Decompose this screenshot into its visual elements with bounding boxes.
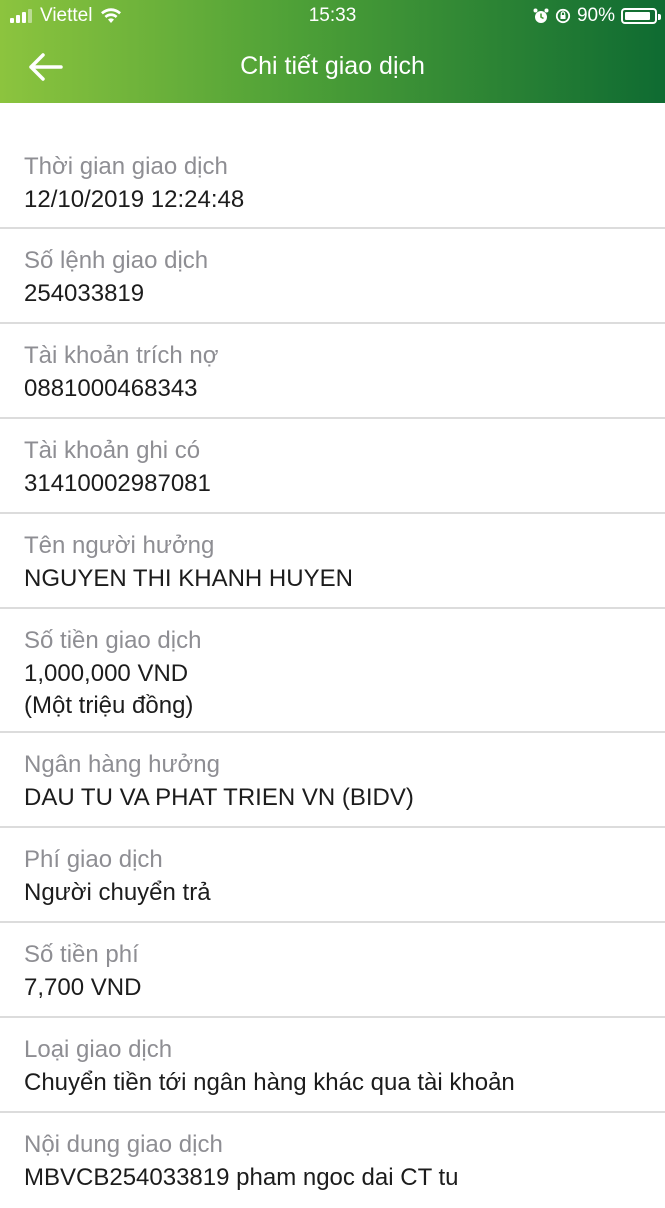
detail-value: 7,700 VND — [24, 974, 142, 1001]
detail-value: 0881000468343 — [24, 375, 198, 402]
detail-value: MBVCB254033819 pham ngoc dai CT tu — [24, 1164, 459, 1191]
detail-label: Số lệnh giao dịch — [24, 247, 209, 274]
detail-label: Phí giao dịch — [24, 846, 163, 873]
detail-label: Số tiền phí — [24, 941, 139, 968]
detail-row-transaction-type: Loại giao dịch Chuyển tiền tới ngân hàng… — [0, 1018, 665, 1113]
status-bar: Viettel 15:33 90% — [0, 0, 665, 32]
status-right: 90% — [533, 5, 661, 27]
alarm-icon — [533, 8, 549, 23]
detail-label: Thời gian giao dịch — [24, 153, 228, 180]
detail-value: NGUYEN THI KHANH HUYEN — [24, 565, 353, 592]
detail-value: 12/10/2019 12:24:48 — [24, 186, 245, 213]
detail-row-debit-account: Tài khoản trích nợ 0881000468343 — [0, 324, 665, 419]
detail-row-time: Thời gian giao dịch 12/10/2019 12:24:48 — [0, 134, 665, 229]
detail-value: 1,000,000 VND — [24, 660, 189, 687]
page-title: Chi tiết giao dịch — [240, 52, 425, 80]
detail-label: Loại giao dịch — [24, 1036, 173, 1063]
app-header: Viettel 15:33 90% Chi tiết giao dịch — [0, 0, 665, 103]
battery-percent: 90% — [576, 5, 615, 26]
detail-row-fee-type: Phí giao dịch Người chuyển trả — [0, 828, 665, 923]
detail-label: Tài khoản trích nợ — [24, 342, 219, 369]
detail-value: Người chuyển trả — [24, 879, 211, 906]
detail-value-words: (Một triệu đồng) — [24, 692, 194, 719]
detail-row-order-number: Số lệnh giao dịch 254033819 — [0, 229, 665, 324]
detail-value: 31410002987081 — [24, 470, 211, 497]
detail-row-fee-amount: Số tiền phí 7,700 VND — [0, 923, 665, 1018]
detail-label: Số tiền giao dịch — [24, 627, 202, 654]
detail-row-beneficiary-bank: Ngân hàng hưởng DAU TU VA PHAT TRIEN VN … — [0, 733, 665, 828]
detail-value: Chuyển tiền tới ngân hàng khác qua tài k… — [24, 1069, 515, 1096]
detail-value: DAU TU VA PHAT TRIEN VN (BIDV) — [24, 784, 414, 811]
battery-icon — [621, 8, 661, 24]
transaction-details: Thời gian giao dịch 12/10/2019 12:24:48 … — [0, 134, 665, 1208]
detail-label: Tài khoản ghi có — [24, 437, 201, 464]
detail-label: Tên người hưởng — [24, 532, 215, 559]
rotation-lock-icon — [555, 8, 571, 24]
detail-row-credit-account: Tài khoản ghi có 31410002987081 — [0, 419, 665, 514]
detail-label: Nội dung giao dịch — [24, 1131, 223, 1158]
detail-value: 254033819 — [24, 280, 145, 307]
detail-label: Ngân hàng hưởng — [24, 751, 220, 778]
detail-row-amount: Số tiền giao dịch 1,000,000 VND (Một tri… — [0, 609, 665, 733]
detail-row-beneficiary: Tên người hưởng NGUYEN THI KHANH HUYEN — [0, 514, 665, 609]
detail-row-content: Nội dung giao dịch MBVCB254033819 pham n… — [0, 1113, 665, 1208]
battery-level — [625, 12, 651, 20]
